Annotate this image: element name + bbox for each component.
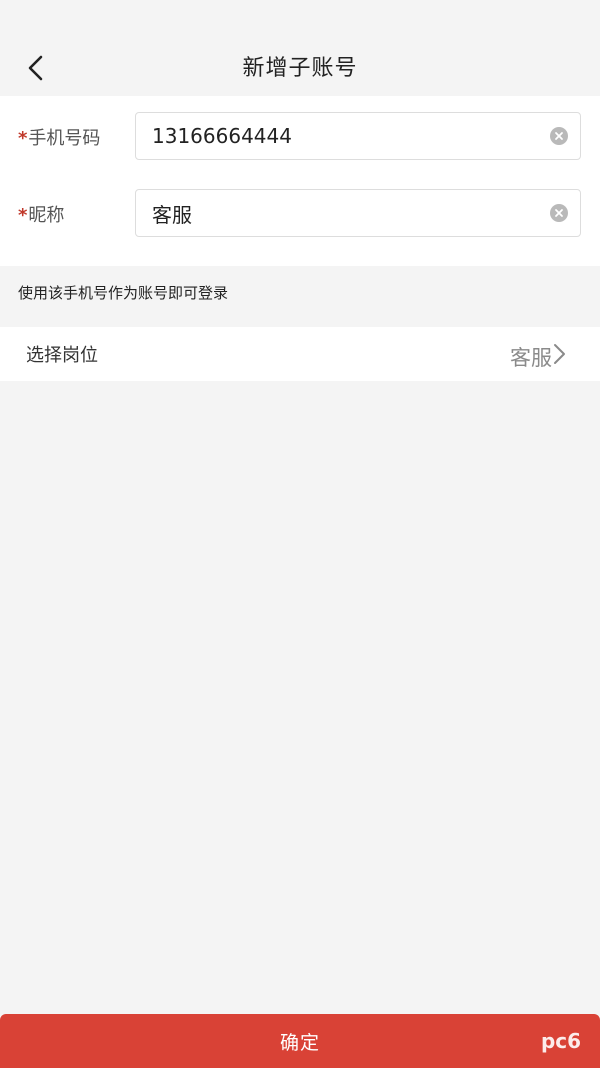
phone-row: *手机号码 [0,112,600,160]
required-mark: * [18,128,28,149]
form-card: *手机号码 *昵称 [0,96,600,266]
nickname-row: *昵称 [0,189,600,237]
nav-header: 新增子账号 [0,0,600,96]
clear-nickname-button[interactable] [550,204,568,222]
position-label: 选择岗位 [26,345,98,366]
phone-input[interactable] [152,113,532,159]
clear-icon [555,209,563,217]
position-selector[interactable]: 选择岗位 客服 [0,327,600,381]
login-hint: 使用该手机号作为账号即可登录 [18,284,229,302]
watermark-text: pc6 [540,1029,582,1053]
page-title: 新增子账号 [242,56,358,81]
phone-field [135,112,581,160]
position-value: 客服 [510,346,552,370]
clear-icon [555,132,563,140]
nickname-field [135,189,581,237]
page: 新增子账号 *手机号码 *昵称 [0,0,600,1068]
required-mark: * [18,205,28,226]
nickname-label-text: 昵称 [28,205,65,226]
confirm-button[interactable]: 确定 [0,1014,600,1068]
clear-phone-button[interactable] [550,127,568,145]
nickname-label: *昵称 [18,201,64,227]
chevron-right-icon [554,344,565,364]
phone-label-text: 手机号码 [28,128,101,149]
phone-label: *手机号码 [18,124,100,150]
watermark-logo: pc6 [530,1018,592,1064]
nickname-input[interactable] [152,190,532,236]
